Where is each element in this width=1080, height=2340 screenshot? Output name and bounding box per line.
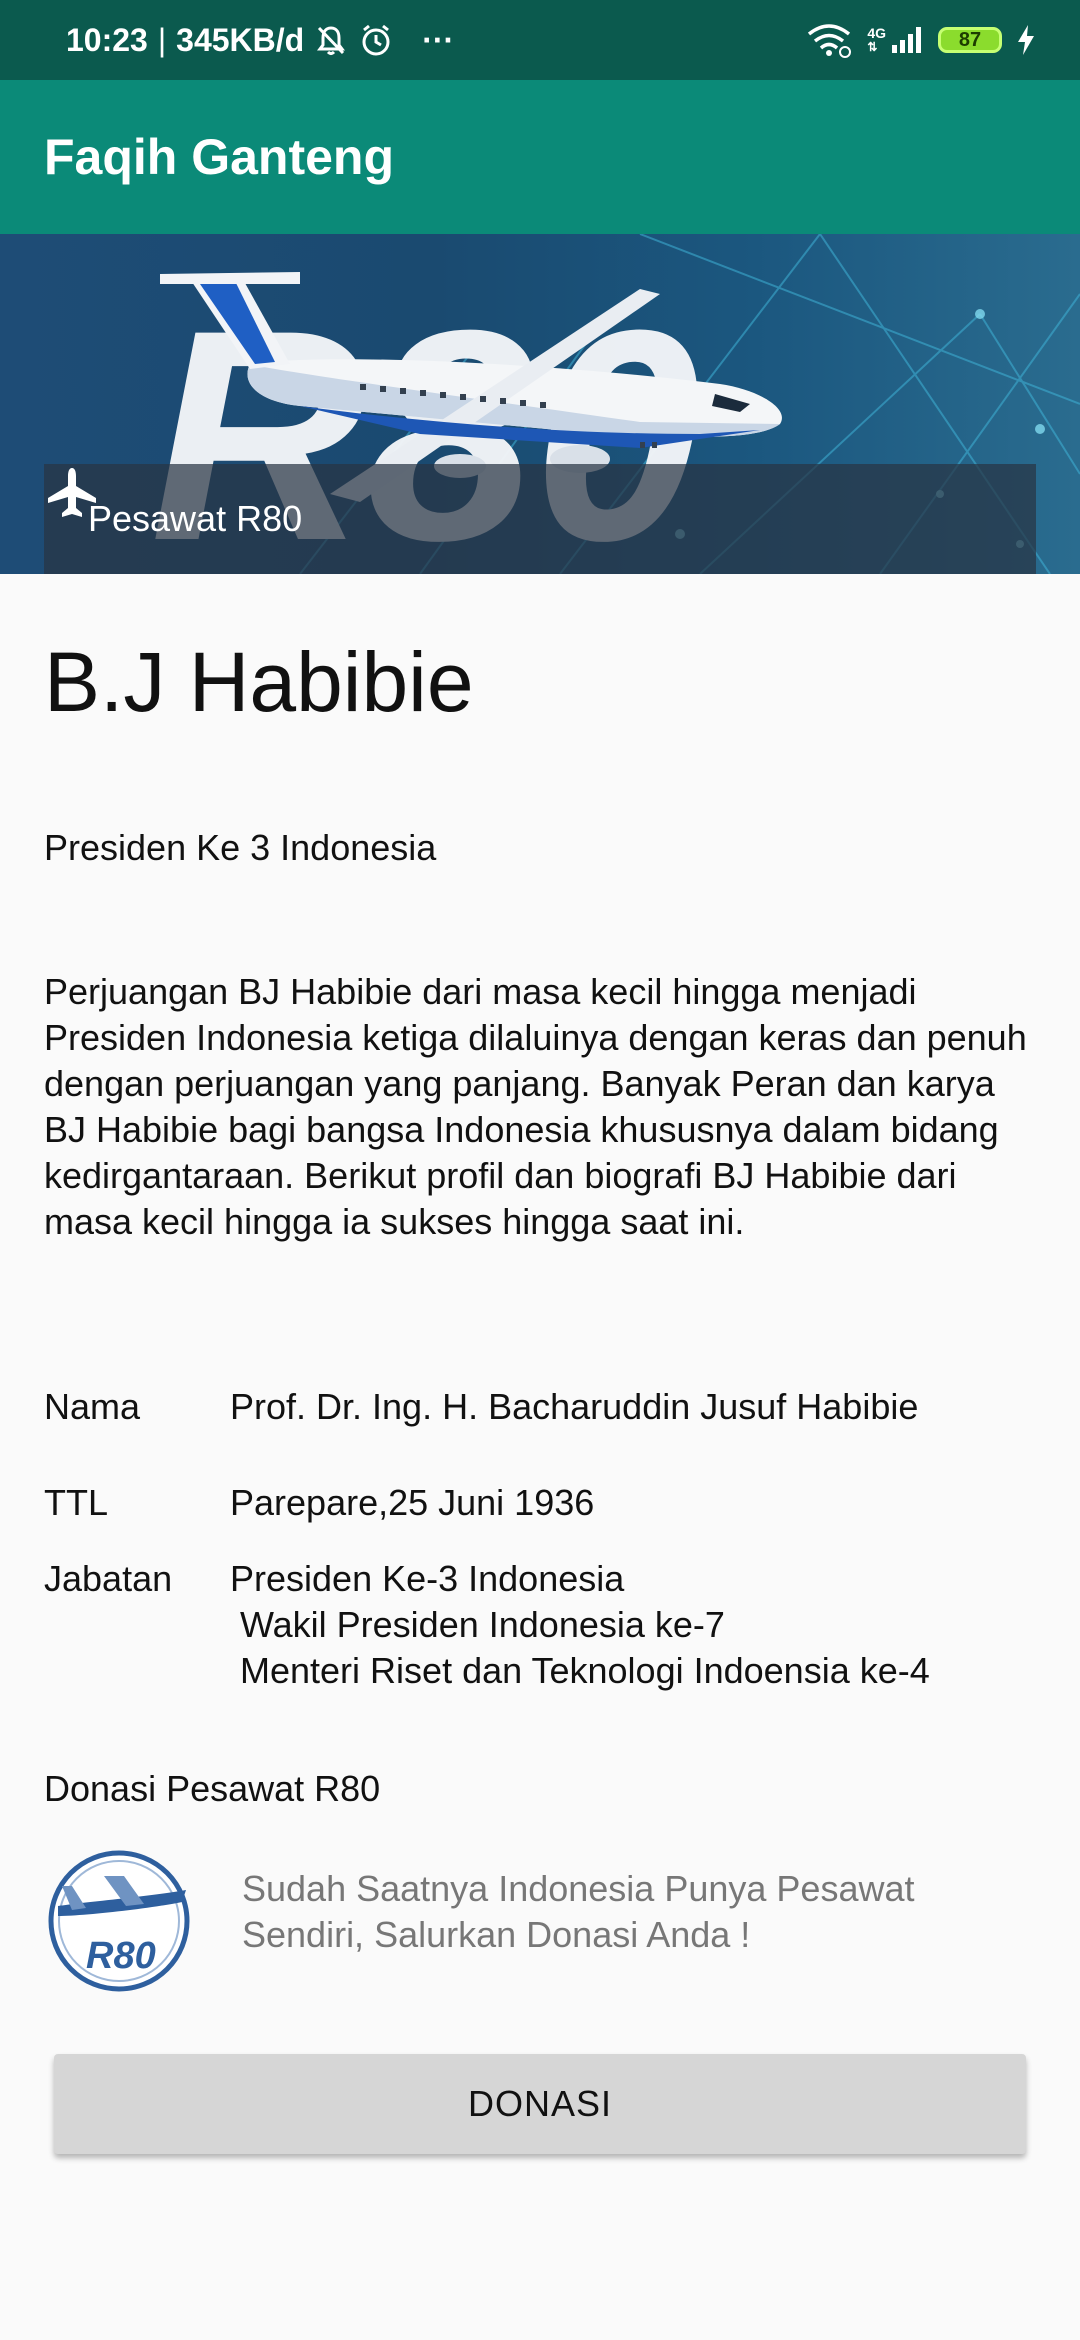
info-value-jabatan: Presiden Ke-3 Indonesia Wakil Presiden I… xyxy=(230,1558,930,1691)
app-bar: Faqih Ganteng xyxy=(0,80,1080,234)
info-label-ttl: TTL xyxy=(44,1482,109,1523)
info-row-nama: Nama Prof. Dr. Ing. H. Bacharuddin Jusuf… xyxy=(44,1384,918,1430)
charging-icon xyxy=(1016,24,1036,56)
info-label-nama: Nama xyxy=(44,1386,141,1427)
battery-icon: 87 xyxy=(938,27,1002,53)
status-bar: 10:23 | 345KB/d ··· 4G ⇅ 87 xyxy=(0,0,1080,80)
alarm-clock-icon xyxy=(358,22,394,58)
info-value-nama: Prof. Dr. Ing. H. Bacharuddin Jusuf Habi… xyxy=(230,1386,919,1427)
network-type: 4G xyxy=(867,25,886,41)
status-network-speed: 345KB/d xyxy=(176,21,305,58)
status-separator: | xyxy=(157,21,167,58)
battery-level: 87 xyxy=(958,28,982,51)
profile-name: B.J Habibie xyxy=(44,635,474,729)
info-label-jabatan: Jabatan xyxy=(44,1558,173,1599)
status-left: 10:23 | 345KB/d ··· xyxy=(66,22,454,59)
r80-logo: R80 xyxy=(44,1846,194,1996)
info-row-jabatan: Jabatan Presiden Ke-3 Indonesia Wakil Pr… xyxy=(44,1556,930,1694)
hero-image: R80 xyxy=(0,234,1080,574)
info-value-ttl: Parepare,25 Juni 1936 xyxy=(230,1482,595,1523)
network-type-label: 4G ⇅ xyxy=(867,26,886,54)
wifi-icon xyxy=(805,22,853,58)
network-arrows: ⇅ xyxy=(867,40,878,54)
logo-lettering: R80 xyxy=(86,1935,156,1977)
profile-subtitle: Presiden Ke 3 Indonesia xyxy=(44,827,437,868)
hero-caption-text: Pesawat R80 xyxy=(88,498,303,539)
app-title: Faqih Ganteng xyxy=(44,129,394,185)
status-time: 10:23 xyxy=(66,21,148,58)
donation-message: Sudah Saatnya Indonesia Punya Pesawat Se… xyxy=(242,1868,915,1955)
status-right: 4G ⇅ 87 xyxy=(805,22,1036,58)
donate-button[interactable]: DONASI xyxy=(54,2054,1026,2154)
status-more: ··· xyxy=(422,21,455,58)
info-row-ttl: TTL Parepare,25 Juni 1936 xyxy=(44,1480,594,1526)
hero-caption: Pesawat R80 xyxy=(44,464,1036,574)
muted-bell-icon xyxy=(314,23,348,57)
profile-bio: Perjuangan BJ Habibie dari masa kecil hi… xyxy=(44,971,1027,1242)
donation-title: Donasi Pesawat R80 xyxy=(44,1768,381,1809)
signal-icon: 4G ⇅ xyxy=(867,25,924,55)
